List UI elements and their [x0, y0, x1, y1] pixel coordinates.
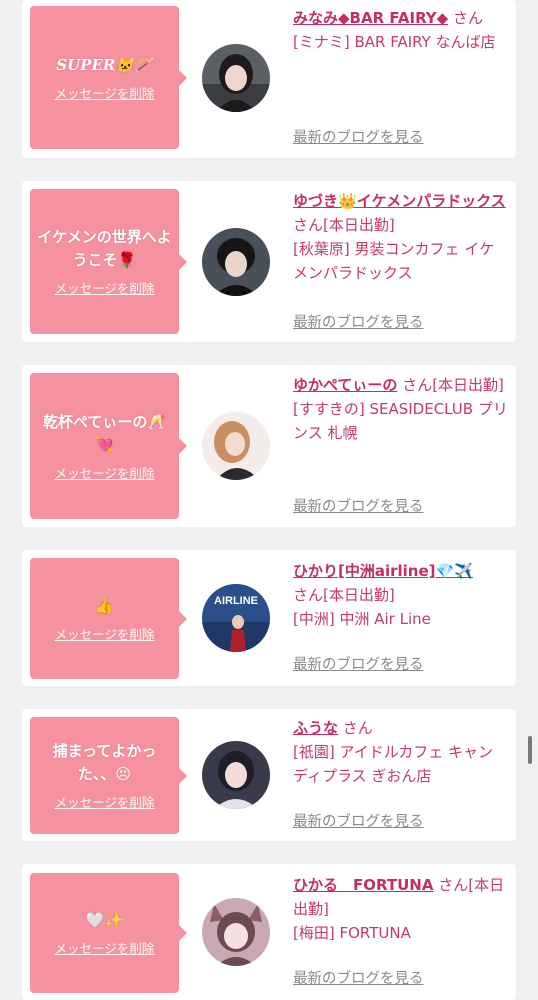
honorific: さん — [452, 9, 483, 27]
honorific: さん — [342, 719, 373, 737]
message-card: 乾杯ぺてぃーの🥂💘 メッセージを削除 ゆかぺてぃーの さん[本日出勤] [すすき… — [22, 365, 516, 527]
delete-message-link[interactable]: メッセージを削除 — [55, 938, 155, 957]
message-bubble: 乾杯ぺてぃーの🥂💘 メッセージを削除 — [30, 373, 187, 519]
shop-name: [ミナミ] BAR FAIRY なんば店 — [293, 33, 496, 51]
message-text: 👍 — [95, 596, 114, 615]
cast-info: みなみ◆BAR FAIRY◆ さん [ミナミ] BAR FAIRY なんば店 — [293, 6, 508, 54]
message-text: SUPER🐱🪄 — [56, 55, 153, 74]
latest-blog-link[interactable]: 最新のブログを見る — [293, 495, 424, 516]
avatar[interactable] — [202, 741, 270, 809]
cast-name-link[interactable]: ゆづき👑イケメンパラドックス — [293, 192, 506, 210]
message-card: 捕まってよかった、、😣 メッセージを削除 ふうな さん [祇園] アイドルカフェ… — [22, 709, 516, 841]
latest-blog-link[interactable]: 最新のブログを見る — [293, 810, 424, 831]
delete-message-link[interactable]: メッセージを削除 — [55, 624, 155, 643]
scrollbar-thumb[interactable] — [528, 736, 532, 764]
honorific: さん[本日出勤] — [293, 586, 395, 604]
message-card: イケメンの世界へようこそ🌹 メッセージを削除 ゆづき👑イケメンパラドックス さん… — [22, 181, 516, 342]
message-card: 👍 メッセージを削除 AIRLINE ひかり[中洲airline]💎✈️ さん[… — [22, 550, 516, 686]
avatar[interactable] — [202, 898, 270, 966]
message-card: 🤍✨ メッセージを削除 ひかる FORTUNA さん[本日出勤] [梅田] FO… — [22, 864, 516, 1000]
avatar[interactable]: AIRLINE — [202, 584, 270, 652]
honorific: さん[本日出勤] — [402, 376, 504, 394]
shop-name: [祇園] アイドルカフェ キャンディプラス ぎおん店 — [293, 743, 494, 785]
message-bubble: SUPER🐱🪄 メッセージを削除 — [30, 6, 187, 149]
cast-name-link[interactable]: ふうな — [293, 719, 338, 737]
message-text: 🤍✨ — [85, 911, 124, 929]
cast-info: ゆかぺてぃーの さん[本日出勤] [すすきの] SEASIDECLUB プリンス… — [293, 373, 508, 445]
message-bubble: 捕まってよかった、、😣 メッセージを削除 — [30, 717, 187, 834]
cast-name-link[interactable]: みなみ◆BAR FAIRY◆ — [293, 9, 448, 27]
latest-blog-link[interactable]: 最新のブログを見る — [293, 311, 424, 332]
message-text: 捕まってよかった、、😣 — [52, 742, 157, 783]
avatar[interactable] — [202, 44, 270, 112]
latest-blog-link[interactable]: 最新のブログを見る — [293, 653, 424, 674]
cast-name-link[interactable]: ゆかぺてぃーの — [293, 376, 397, 394]
delete-message-link[interactable]: メッセージを削除 — [55, 792, 155, 811]
cast-name-link[interactable]: ひかる FORTUNA — [293, 876, 433, 894]
avatar[interactable] — [202, 412, 270, 480]
latest-blog-link[interactable]: 最新のブログを見る — [293, 967, 424, 988]
delete-message-link[interactable]: メッセージを削除 — [55, 83, 155, 102]
delete-message-link[interactable]: メッセージを削除 — [55, 278, 155, 297]
shop-name: [梅田] FORTUNA — [293, 924, 411, 942]
message-bubble: 🤍✨ メッセージを削除 — [30, 873, 187, 993]
shop-name: [秋葉原] 男装コンカフェ イケメンパラドックス — [293, 240, 495, 282]
cast-name-link[interactable]: ひかり[中洲airline]💎✈️ — [293, 562, 473, 580]
cast-info: ひかり[中洲airline]💎✈️ さん[本日出勤] [中洲] 中洲 Air L… — [293, 559, 508, 631]
message-bubble: 👍 メッセージを削除 — [30, 558, 187, 679]
cast-info: ふうな さん [祇園] アイドルカフェ キャンディプラス ぎおん店 — [293, 716, 508, 788]
message-bubble: イケメンの世界へようこそ🌹 メッセージを削除 — [30, 189, 187, 334]
delete-message-link[interactable]: メッセージを削除 — [55, 463, 155, 482]
svg-text:AIRLINE: AIRLINE — [214, 595, 258, 607]
shop-name: [すすきの] SEASIDECLUB プリンス 札幌 — [293, 400, 508, 442]
message-card: SUPER🐱🪄 メッセージを削除 みなみ◆BAR FAIRY◆ さん [ミナミ]… — [22, 0, 516, 158]
latest-blog-link[interactable]: 最新のブログを見る — [293, 126, 424, 147]
message-text: イケメンの世界へようこそ🌹 — [37, 228, 172, 269]
cast-info: ひかる FORTUNA さん[本日出勤] [梅田] FORTUNA — [293, 873, 508, 945]
cast-info: ゆづき👑イケメンパラドックス さん[本日出勤] [秋葉原] 男装コンカフェ イケ… — [293, 189, 508, 285]
honorific: さん[本日出勤] — [293, 216, 395, 234]
avatar[interactable] — [202, 228, 270, 296]
shop-name: [中洲] 中洲 Air Line — [293, 610, 431, 628]
message-text: 乾杯ぺてぃーの🥂💘 — [42, 412, 167, 454]
